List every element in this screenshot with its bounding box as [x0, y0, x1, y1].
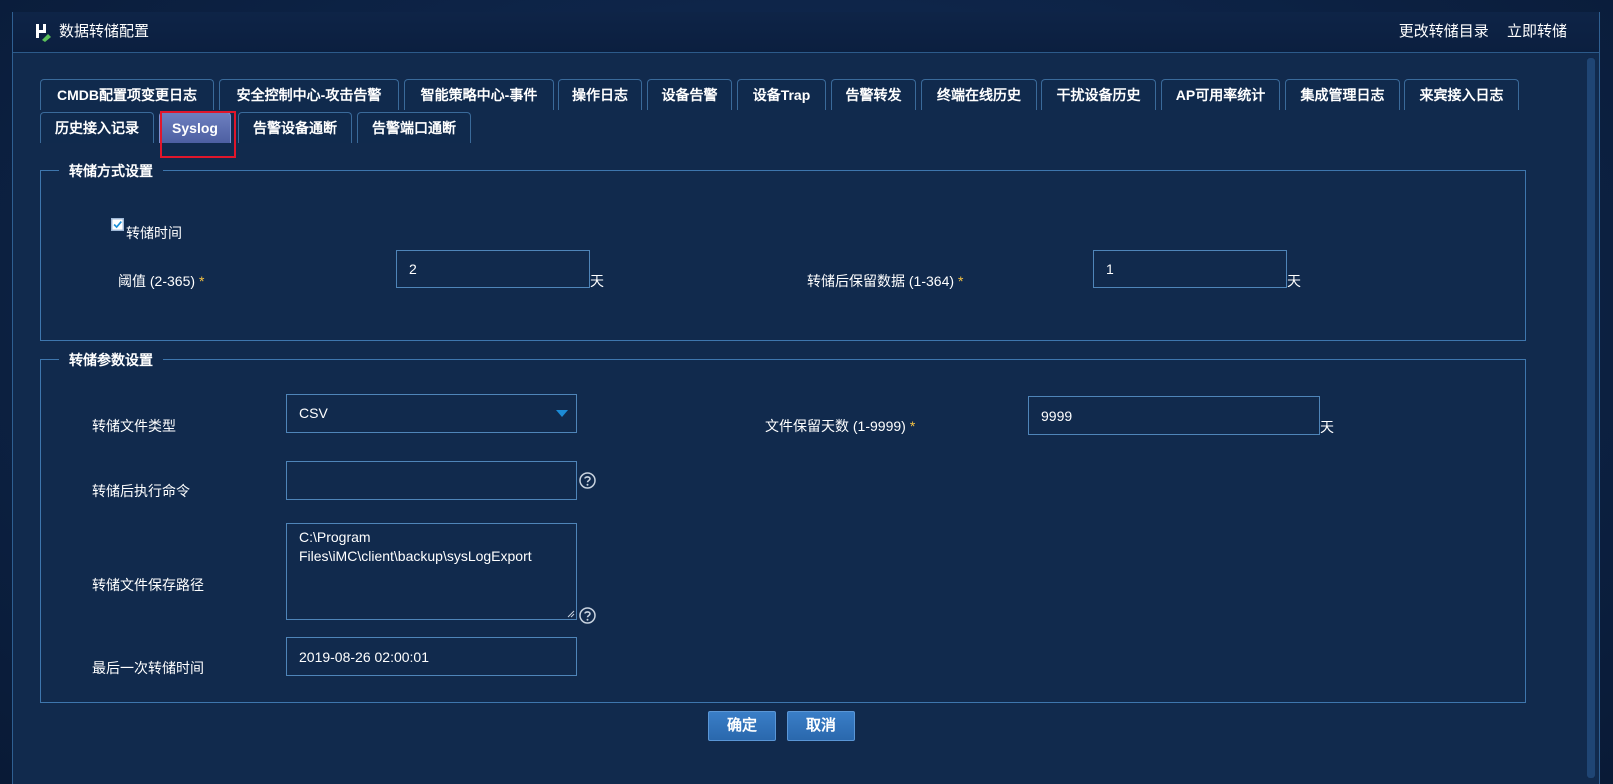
dump-params-fieldset: 转储参数设置 转储文件类型 CSV 文件保留天数 (1-9999)* 天 转储后… — [40, 350, 1526, 703]
tab-ap-availability[interactable]: AP可用率统计 — [1161, 79, 1280, 110]
last-dump-time-input — [286, 637, 577, 676]
help-icon[interactable] — [579, 607, 596, 624]
cancel-button[interactable]: 取消 — [787, 711, 855, 741]
threshold-unit: 天 — [590, 273, 604, 289]
scrollbar-thumb[interactable] — [1587, 58, 1595, 778]
retain-data-input[interactable] — [1093, 250, 1287, 288]
threshold-label: 阈值 (2-365) * — [118, 271, 204, 291]
post-command-label: 转储后执行命令 — [92, 483, 190, 499]
retain-data-unit: 天 — [1287, 273, 1301, 289]
tab-alarm-forward[interactable]: 告警转发 — [831, 79, 916, 110]
tab-syslog[interactable]: Syslog — [159, 112, 231, 143]
resize-grip-icon[interactable] — [567, 610, 575, 618]
retain-data-label: 转储后保留数据 (1-364) * — [807, 271, 963, 291]
ok-button[interactable]: 确定 — [708, 711, 776, 741]
dump-mode-fieldset: 转储方式设置 转储时间 阈值 (2-365)* 天 转储后保留数据 (1-364… — [40, 161, 1526, 341]
change-dump-dir-link[interactable]: 更改转储目录 — [1399, 23, 1489, 40]
dump-time-label: 转储时间 — [126, 225, 182, 241]
tab-device-trap[interactable]: 设备Trap — [737, 79, 826, 110]
app-window: 数据转储配置 更改转储目录 立即转储 CMDB配置项变更日志 安全控制中心-攻击… — [0, 0, 1613, 784]
config-panel: 数据转储配置 更改转储目录 立即转储 CMDB配置项变更日志 安全控制中心-攻击… — [12, 12, 1600, 784]
tab-security-attack-alarm[interactable]: 安全控制中心-攻击告警 — [219, 79, 399, 110]
save-path-textarea[interactable] — [286, 523, 577, 620]
required-mark: * — [199, 273, 205, 289]
title-bar: 数据转储配置 更改转储目录 立即转储 — [13, 12, 1599, 53]
file-type-value: CSV — [299, 405, 328, 421]
threshold-label-text: 阈值 (2-365) — [118, 273, 196, 289]
file-type-label: 转储文件类型 — [92, 418, 176, 434]
dump-now-link[interactable]: 立即转储 — [1507, 23, 1567, 40]
file-type-select[interactable]: CSV — [286, 394, 577, 433]
dump-mode-legend: 转储方式设置 — [59, 161, 163, 181]
tab-interference-device-history[interactable]: 干扰设备历史 — [1041, 79, 1156, 110]
dump-params-legend: 转储参数设置 — [59, 350, 163, 370]
tab-alarm-device-onoff[interactable]: 告警设备通断 — [238, 112, 352, 143]
tab-terminal-online-history[interactable]: 终端在线历史 — [921, 79, 1037, 110]
tab-device-alarm[interactable]: 设备告警 — [647, 79, 732, 110]
save-path-label: 转储文件保存路径 — [92, 577, 204, 593]
required-mark: * — [909, 418, 916, 434]
tab-history-access-record[interactable]: 历史接入记录 — [40, 112, 154, 143]
app-logo-icon — [36, 24, 51, 42]
tab-alarm-port-onoff[interactable]: 告警端口通断 — [357, 112, 471, 143]
required-mark: * — [958, 273, 964, 289]
retain-data-label-text: 转储后保留数据 (1-364) — [807, 273, 955, 289]
last-dump-time-label: 最后一次转储时间 — [92, 660, 204, 676]
post-command-input[interactable] — [286, 461, 577, 500]
tab-integration-log[interactable]: 集成管理日志 — [1285, 79, 1400, 110]
file-retain-days-unit: 天 — [1320, 419, 1334, 435]
file-retain-days-label-text: 文件保留天数 (1-9999) — [765, 418, 906, 434]
help-icon[interactable] — [579, 472, 596, 489]
file-retain-days-input[interactable] — [1028, 396, 1320, 435]
tab-cmdb-change-log[interactable]: CMDB配置项变更日志 — [40, 79, 214, 110]
chevron-down-icon — [556, 410, 568, 417]
file-retain-days-label: 文件保留天数 (1-9999) * — [765, 416, 915, 436]
dump-time-checkbox[interactable] — [111, 218, 124, 231]
title-actions: 更改转储目录 立即转储 — [1385, 22, 1567, 42]
vertical-scrollbar[interactable] — [1587, 58, 1595, 778]
tab-guest-access-log[interactable]: 来宾接入日志 — [1404, 79, 1519, 110]
threshold-input[interactable] — [396, 250, 590, 288]
tab-policy-center-event[interactable]: 智能策略中心-事件 — [404, 79, 554, 110]
window-title: 数据转储配置 — [59, 23, 150, 40]
tab-operation-log[interactable]: 操作日志 — [558, 79, 642, 110]
